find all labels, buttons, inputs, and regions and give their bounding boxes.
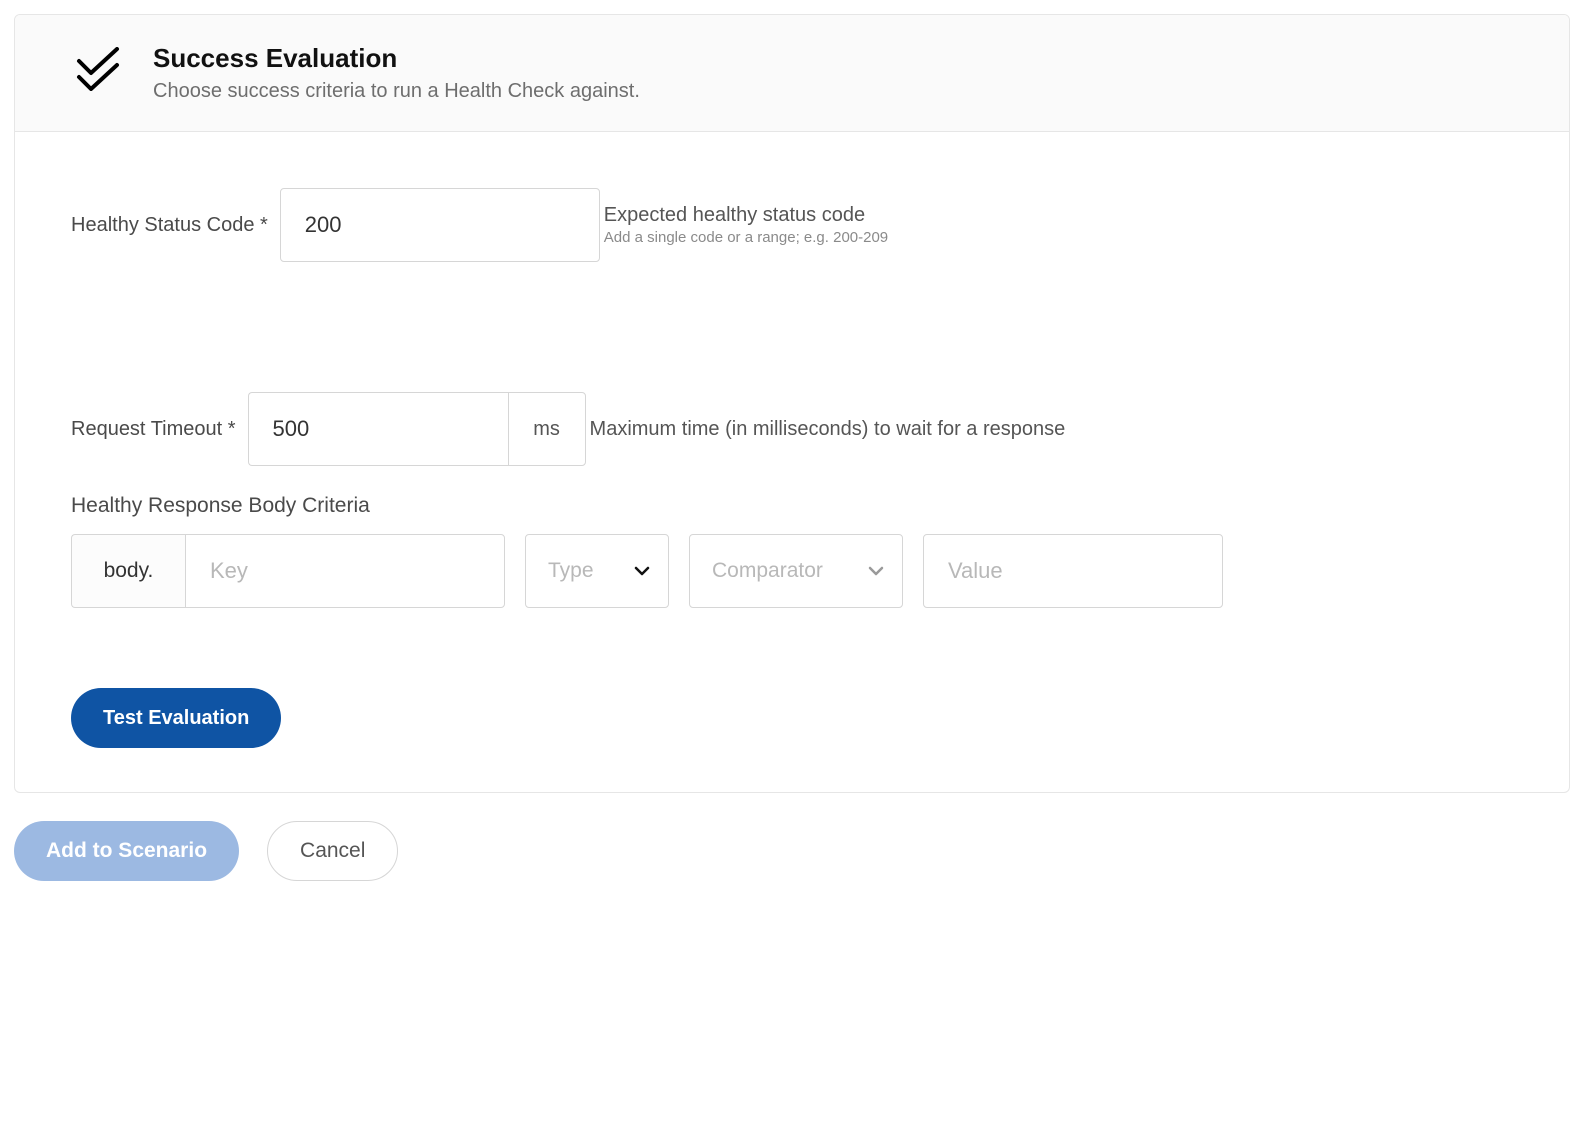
timeout-input-group: ms (248, 392, 586, 466)
status-code-input[interactable] (280, 188, 600, 262)
type-placeholder: Type (548, 559, 594, 583)
criteria-value-input[interactable] (923, 534, 1223, 608)
test-evaluation-button[interactable]: Test Evaluation (71, 688, 281, 748)
panel-body: Healthy Status Code * Expected healthy s… (15, 132, 1569, 792)
comparator-placeholder: Comparator (712, 559, 823, 583)
footer-actions: Add to Scenario Cancel (14, 793, 1570, 889)
body-key-group: body. (71, 534, 505, 608)
panel-title: Success Evaluation (153, 43, 640, 74)
status-code-row: Healthy Status Code * Expected healthy s… (71, 188, 1513, 262)
status-code-label: Healthy Status Code * (71, 214, 268, 237)
chevron-down-icon (632, 561, 652, 581)
criteria-row: body. Type Comparator (71, 534, 1513, 608)
criteria-type-select[interactable]: Type (525, 534, 669, 608)
status-code-hint: Expected healthy status code Add a singl… (604, 204, 888, 246)
timeout-hint-main: Maximum time (in milliseconds) to wait f… (590, 418, 1066, 441)
criteria-key-input[interactable] (185, 534, 505, 608)
criteria-comparator-select[interactable]: Comparator (689, 534, 903, 608)
timeout-unit: ms (508, 392, 586, 466)
timeout-input[interactable] (248, 392, 508, 466)
double-check-icon (73, 47, 125, 91)
status-code-hint-main: Expected healthy status code (604, 204, 888, 227)
panel-title-block: Success Evaluation Choose success criter… (153, 43, 640, 103)
add-to-scenario-button[interactable]: Add to Scenario (14, 821, 239, 881)
chevron-down-icon (866, 561, 886, 581)
cancel-button[interactable]: Cancel (267, 821, 398, 881)
success-evaluation-panel: Success Evaluation Choose success criter… (14, 14, 1570, 793)
timeout-label: Request Timeout * (71, 418, 236, 441)
timeout-row: Request Timeout * ms Maximum time (in mi… (71, 392, 1513, 466)
panel-header: Success Evaluation Choose success criter… (15, 15, 1569, 132)
timeout-hint: Maximum time (in milliseconds) to wait f… (590, 418, 1066, 441)
status-code-hint-sub: Add a single code or a range; e.g. 200-2… (604, 229, 888, 246)
criteria-section-label: Healthy Response Body Criteria (71, 494, 1513, 518)
panel-subtitle: Choose success criteria to run a Health … (153, 80, 640, 103)
body-prefix: body. (71, 534, 185, 608)
